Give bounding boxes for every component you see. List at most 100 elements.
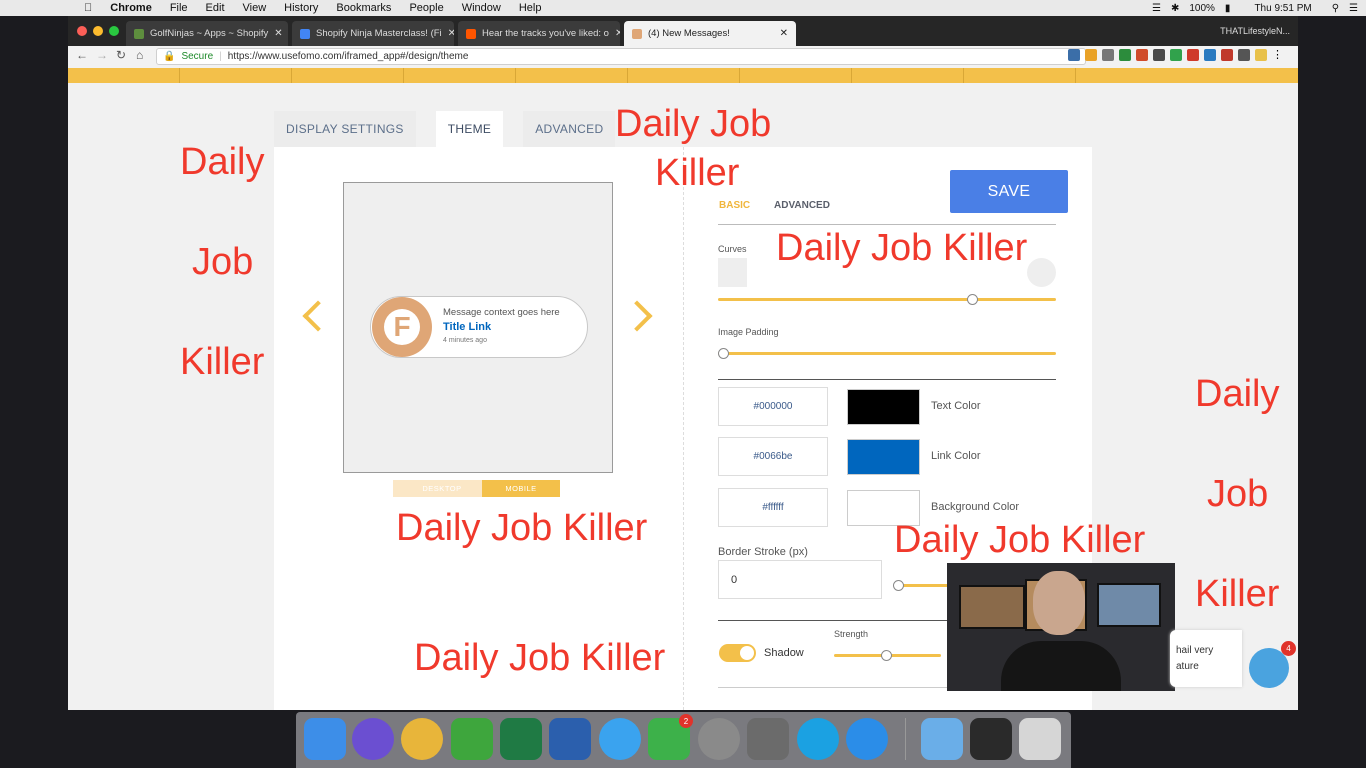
curves-slider-thumb[interactable] xyxy=(966,294,978,305)
skype-icon[interactable] xyxy=(797,718,839,760)
soundcloud-favicon-icon xyxy=(466,28,476,39)
subtab-advanced[interactable]: ADVANCED xyxy=(774,200,830,211)
border-stroke-input[interactable]: 0 xyxy=(718,560,882,599)
save-button[interactable]: SAVE xyxy=(950,170,1068,213)
close-tab-icon[interactable]: ✕ xyxy=(609,28,620,39)
background-color-input[interactable]: #ffffff xyxy=(718,488,828,527)
menu-clock[interactable]: Thu 9:51 PM xyxy=(1254,3,1311,14)
notification-preview: F Message context goes here Title Link 4… xyxy=(343,182,613,473)
curves-slider-track[interactable] xyxy=(718,298,1056,301)
messages-icon[interactable] xyxy=(599,718,641,760)
tab-display-settings[interactable]: DISPLAY SETTINGS xyxy=(274,111,416,147)
prev-arrow-icon[interactable] xyxy=(302,300,334,332)
panel-divider xyxy=(683,147,684,710)
folder-icon[interactable] xyxy=(921,718,963,760)
menu-bookmarks[interactable]: Bookmarks xyxy=(336,2,391,14)
extension-icon[interactable] xyxy=(1153,49,1165,61)
browser-tab[interactable]: Shopify Ninja Masterclass! (Fi ✕ xyxy=(292,21,454,46)
fomo-logo-icon: F xyxy=(384,309,420,345)
extension-icon[interactable] xyxy=(1170,49,1182,61)
word-icon[interactable] xyxy=(549,718,591,760)
home-icon[interactable]: ⌂ xyxy=(136,48,143,62)
menu-view[interactable]: View xyxy=(243,2,267,14)
close-tab-icon[interactable]: ✕ xyxy=(268,28,282,39)
bluetooth-icon[interactable]: ✱ xyxy=(1171,3,1179,14)
chat-message-bubble[interactable]: hail very ature xyxy=(1170,630,1242,687)
tab-title: (4) New Messages! xyxy=(648,28,730,39)
close-window-icon[interactable] xyxy=(77,26,87,36)
next-arrow-icon[interactable] xyxy=(621,300,653,332)
apple-icon[interactable]:  xyxy=(84,2,92,14)
extension-icon[interactable] xyxy=(1221,49,1233,61)
link-color-input[interactable]: #0066be xyxy=(718,437,828,476)
notification-image: F xyxy=(372,297,432,357)
extension-icon[interactable] xyxy=(1187,49,1199,61)
menu-history[interactable]: History xyxy=(284,2,318,14)
camtasia-icon[interactable] xyxy=(451,718,493,760)
menu-file[interactable]: File xyxy=(170,2,188,14)
mobile-button[interactable]: MOBILE xyxy=(482,480,560,497)
link-color-swatch[interactable] xyxy=(847,439,920,475)
profile-name[interactable]: THATLifestyleN... xyxy=(1220,26,1290,36)
close-tab-icon[interactable]: ✕ xyxy=(442,28,454,39)
trash-icon[interactable] xyxy=(1019,718,1061,760)
curves-round-preview xyxy=(1027,258,1056,287)
screenshot-icon[interactable] xyxy=(747,718,789,760)
design-tabs: DISPLAY SETTINGS THEME ADVANCED xyxy=(274,111,616,147)
extension-icon[interactable] xyxy=(1119,49,1131,61)
browser-tab[interactable]: Hear the tracks you've liked: o ✕ xyxy=(458,21,620,46)
watermark-text: Job xyxy=(1207,473,1269,515)
battery-icon[interactable]: ▮ xyxy=(1225,3,1231,14)
subtab-basic[interactable]: BASIC xyxy=(719,200,750,211)
browser-tab-active[interactable]: (4) New Messages! ✕ xyxy=(624,21,796,46)
notification-center-icon[interactable]: ☰ xyxy=(1349,3,1358,14)
image-padding-slider-thumb[interactable] xyxy=(718,348,729,359)
back-icon[interactable]: ← xyxy=(76,48,88,62)
image-padding-slider-track[interactable] xyxy=(718,352,1056,355)
wifi-icon[interactable]: ☰ xyxy=(1152,3,1161,14)
extension-icon[interactable] xyxy=(1238,49,1250,61)
tab-theme[interactable]: THEME xyxy=(435,111,504,147)
extension-icon[interactable] xyxy=(1102,49,1114,61)
extension-icon[interactable] xyxy=(1068,49,1080,61)
strength-slider-thumb[interactable] xyxy=(881,650,892,661)
close-tab-icon[interactable]: ✕ xyxy=(774,28,788,39)
recording-window-icon[interactable] xyxy=(970,718,1012,760)
menu-app-name[interactable]: Chrome xyxy=(110,2,152,14)
text-color-input[interactable]: #000000 xyxy=(718,387,828,426)
shadow-toggle[interactable] xyxy=(719,644,756,662)
person-body xyxy=(1001,641,1121,691)
chrome-icon[interactable] xyxy=(401,718,443,760)
tab-title: GolfNinjas ~ Apps ~ Shopify xyxy=(150,28,269,39)
reload-icon[interactable]: ↻ xyxy=(116,48,126,62)
browser-tab[interactable]: GolfNinjas ~ Apps ~ Shopify ✕ xyxy=(126,21,288,46)
siri-icon[interactable] xyxy=(352,718,394,760)
menu-people[interactable]: People xyxy=(409,2,443,14)
watermark-text: Daily Job Killer xyxy=(894,519,1146,561)
zoom-window-icon[interactable] xyxy=(109,26,119,36)
menu-window[interactable]: Window xyxy=(462,2,501,14)
menu-help[interactable]: Help xyxy=(519,2,542,14)
minimize-window-icon[interactable] xyxy=(93,26,103,36)
text-color-swatch[interactable] xyxy=(847,389,920,425)
forward-icon[interactable]: → xyxy=(96,48,108,62)
extension-icon[interactable] xyxy=(1255,49,1267,61)
safari-icon[interactable] xyxy=(846,718,888,760)
finder-icon[interactable] xyxy=(304,718,346,760)
extension-icon[interactable] xyxy=(1204,49,1216,61)
shopify-favicon-icon xyxy=(134,28,144,39)
watermark-text: Killer xyxy=(655,152,740,194)
extension-icon[interactable] xyxy=(1136,49,1148,61)
excel-icon[interactable] xyxy=(500,718,542,760)
notification-title-link[interactable]: Title Link xyxy=(443,321,491,333)
address-bar[interactable]: 🔒 Secure | https://www.usefomo.com/ifram… xyxy=(156,48,1086,65)
border-stroke-slider-thumb[interactable] xyxy=(893,580,904,591)
system-preferences-icon[interactable] xyxy=(698,718,740,760)
menu-edit[interactable]: Edit xyxy=(206,2,225,14)
tab-advanced[interactable]: ADVANCED xyxy=(523,111,616,147)
desktop-button[interactable]: DESKTOP xyxy=(393,480,491,497)
chrome-menu-icon[interactable]: ⋮ xyxy=(1272,49,1284,61)
spotlight-icon[interactable]: ⚲ xyxy=(1332,3,1339,14)
battery-percent[interactable]: 100% xyxy=(1189,3,1215,14)
extension-icon[interactable] xyxy=(1085,49,1097,61)
